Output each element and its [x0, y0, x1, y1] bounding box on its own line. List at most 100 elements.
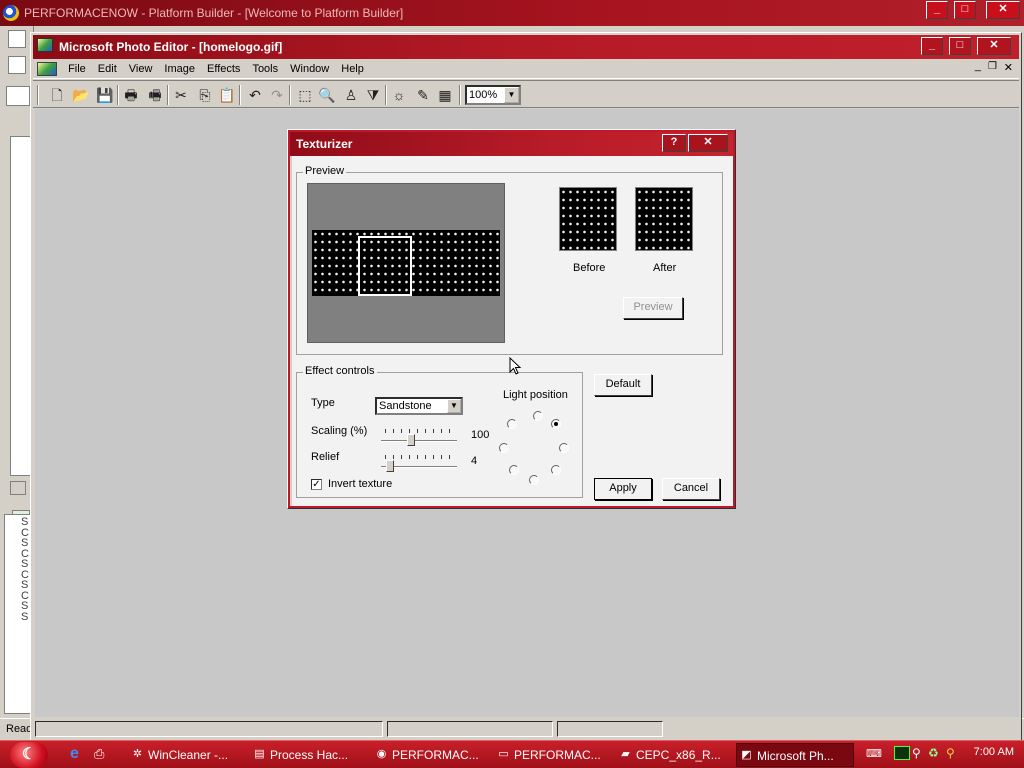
invert-texture-checkbox[interactable]: ✓	[311, 479, 322, 490]
default-button[interactable]: Default	[594, 374, 652, 396]
pencil-icon[interactable]: ✎	[413, 85, 433, 105]
photo-editor-titlebar[interactable]: Microsoft Photo Editor - [homelogo.gif]	[33, 35, 1019, 59]
bg-minimize-button[interactable]: _	[926, 1, 948, 19]
zoom-icon[interactable]: 🔍	[317, 85, 337, 105]
preview-navigator[interactable]	[307, 183, 505, 343]
taskbar-item[interactable]: ◩ Microsoft Ph...	[736, 743, 854, 767]
keyboard-icon[interactable]: ⌨	[866, 747, 882, 760]
toolbar-separator	[167, 85, 169, 105]
network-icon[interactable]: ⚲	[912, 746, 921, 760]
light-radio-right[interactable]	[559, 443, 569, 453]
doc-close-button[interactable]: ✕	[1004, 61, 1013, 74]
taskbar-item-label: PERFORMAC...	[392, 748, 479, 762]
quicklaunch-app-icon[interactable]: ⎙	[94, 745, 110, 763]
light-radio-left[interactable]	[499, 443, 509, 453]
scan-icon[interactable]: 🖷	[145, 85, 165, 105]
doc-minimize-button[interactable]: _	[975, 60, 981, 72]
search-icon[interactable]: ⚲	[946, 746, 955, 760]
taskbar-item[interactable]: ◉ PERFORMAC...	[372, 743, 488, 767]
select-rectangle-icon[interactable]: ⬚	[295, 85, 315, 105]
scaling-label: Scaling (%)	[311, 425, 368, 437]
background-window-titlebar[interactable]: PERFORMACENOW - Platform Builder - [Welc…	[0, 0, 1024, 26]
cut-icon[interactable]: ✂	[171, 85, 191, 105]
new-file-icon[interactable]: 🗋	[47, 85, 67, 105]
menu-effects[interactable]: Effects	[201, 59, 246, 79]
relief-label: Relief	[311, 451, 340, 463]
menu-window[interactable]: Window	[284, 59, 335, 79]
cpu-graph-icon[interactable]	[894, 746, 910, 760]
relief-slider-thumb[interactable]	[386, 460, 395, 472]
menu-file[interactable]: File	[62, 59, 92, 79]
light-radio-bottom-right[interactable]	[551, 465, 561, 475]
taskbar-item-label: Process Hac...	[270, 748, 349, 762]
invert-texture-label: Invert texture	[328, 478, 393, 490]
taskbar: ☾ e ⎙ ✲ WinCleaner -... ▤ Process Hac... ◉ PE…	[0, 740, 1024, 768]
photo-editor-app-icon	[37, 38, 53, 52]
photo-editor-icon: ◩	[741, 749, 752, 761]
help-button[interactable]: ?	[662, 134, 686, 152]
taskbar-item[interactable]: ▭ PERFORMAC...	[494, 743, 610, 767]
taskbar-item[interactable]: ▤ Process Hac...	[250, 743, 366, 767]
bg-output-letter: S	[21, 610, 29, 623]
chevron-down-icon[interactable]: ▼	[447, 399, 461, 413]
scaling-slider-track[interactable]	[381, 440, 457, 442]
system-tray: ⌨ ⚲ ♻ ⚲ 7:00 AM	[862, 744, 1022, 766]
apply-button[interactable]: Apply	[594, 478, 652, 500]
brightness-icon[interactable]: ☼	[389, 85, 409, 105]
preview-group: Preview Before After Preview	[296, 165, 723, 355]
start-button[interactable]: ☾	[10, 742, 48, 768]
bg-maximize-button[interactable]: □	[954, 1, 976, 19]
transparent-color-icon[interactable]: ⧩	[363, 85, 383, 105]
preview-button[interactable]: Preview	[623, 297, 683, 319]
light-radio-top-left[interactable]	[507, 419, 517, 429]
close-button[interactable]: ✕	[977, 37, 1011, 55]
bg-toolbar-icon[interactable]	[8, 56, 26, 74]
bg-combo[interactable]	[6, 86, 30, 106]
undo-icon[interactable]: ↶	[245, 85, 265, 105]
menu-edit[interactable]: Edit	[92, 59, 123, 79]
dialog-body: Preview Before After Preview Effect cont…	[292, 156, 733, 506]
preview-selection-frame[interactable]	[358, 236, 412, 296]
menu-help[interactable]: Help	[335, 59, 370, 79]
relief-value: 4	[471, 455, 478, 467]
toolbar-separator	[117, 85, 119, 105]
bg-tree-view[interactable]	[10, 136, 32, 476]
taskbar-item[interactable]: ✲ WinCleaner -...	[128, 743, 244, 767]
cancel-button[interactable]: Cancel	[662, 478, 720, 500]
redo-icon[interactable]: ↷	[267, 85, 287, 105]
bg-close-button[interactable]: ✕	[986, 1, 1020, 19]
light-radio-top[interactable]	[533, 411, 543, 421]
smudge-icon[interactable]: ♙	[341, 85, 361, 105]
copy-icon[interactable]: ⎘	[195, 85, 215, 105]
light-radio-top-right[interactable]	[551, 419, 561, 429]
effect-controls-label: Effect controls	[303, 365, 377, 377]
type-label: Type	[311, 397, 335, 409]
maximize-button[interactable]: □	[949, 37, 971, 55]
internet-explorer-icon[interactable]: e	[70, 745, 88, 763]
open-folder-icon[interactable]: 📂	[71, 85, 91, 105]
bg-toolbar-icon[interactable]	[8, 30, 26, 48]
document-icon[interactable]	[37, 62, 57, 76]
chevron-down-icon[interactable]: ▼	[504, 87, 519, 103]
save-disk-icon[interactable]: 💾	[95, 85, 115, 105]
bg-scroll-left-arrow[interactable]	[10, 481, 26, 495]
light-radio-bottom-left[interactable]	[509, 465, 519, 475]
recycle-icon[interactable]: ♻	[928, 746, 939, 760]
paste-icon[interactable]: 📋	[217, 85, 237, 105]
light-radio-bottom[interactable]	[529, 475, 539, 485]
zoom-select[interactable]: 100% ▼	[465, 85, 521, 105]
menu-view[interactable]: View	[123, 59, 159, 79]
doc-restore-button[interactable]: ❐	[988, 61, 997, 72]
minimize-button[interactable]: _	[921, 37, 943, 55]
scaling-slider-thumb[interactable]	[406, 434, 415, 446]
menu-tools[interactable]: Tools	[246, 59, 284, 79]
print-icon[interactable]: 🖶	[121, 85, 141, 105]
dialog-close-button[interactable]: ✕	[688, 134, 728, 152]
taskbar-item[interactable]: ▰ CEPC_x86_R...	[616, 743, 732, 767]
background-left-panel: SCSCSCSCSS	[0, 26, 34, 742]
type-value: Sandstone	[379, 400, 432, 412]
image-balance-icon[interactable]: ▦	[435, 85, 455, 105]
bg-output-panel[interactable]: SCSCSCSCSS	[4, 514, 32, 714]
menu-image[interactable]: Image	[158, 59, 201, 79]
type-select[interactable]: Sandstone ▼	[375, 397, 463, 415]
